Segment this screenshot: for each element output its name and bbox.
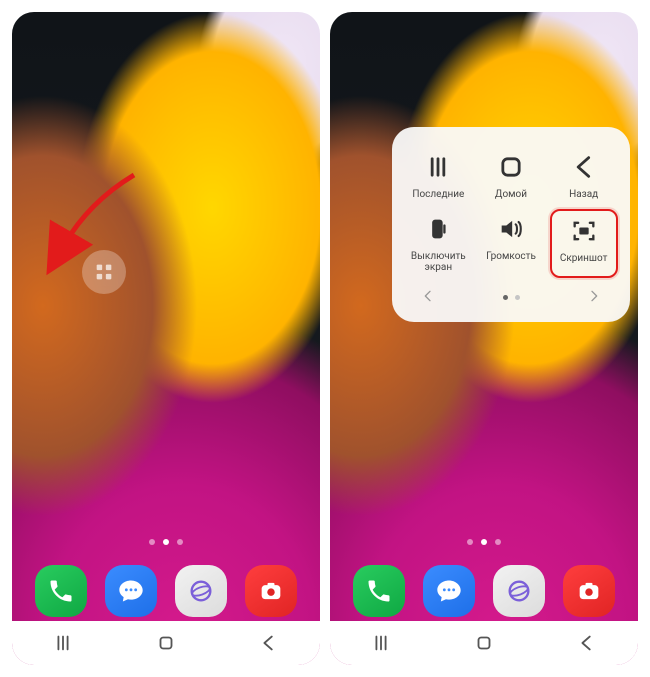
panel-item-label: Выключить экран bbox=[406, 251, 470, 274]
camera-icon bbox=[575, 577, 603, 605]
nav-recents[interactable] bbox=[356, 632, 406, 654]
page-indicator bbox=[149, 539, 183, 545]
recents-icon bbox=[52, 632, 74, 654]
navigation-bar bbox=[12, 621, 320, 665]
camera-icon bbox=[257, 577, 285, 605]
recents-button[interactable]: Последние bbox=[404, 147, 472, 205]
page-indicator bbox=[467, 539, 501, 545]
back-button[interactable]: Назад bbox=[550, 147, 618, 205]
phone-app[interactable] bbox=[353, 565, 405, 617]
chevron-left-icon bbox=[420, 288, 436, 304]
nav-home[interactable] bbox=[141, 632, 191, 654]
nav-back[interactable] bbox=[562, 632, 612, 654]
camera-app[interactable] bbox=[563, 565, 615, 617]
nav-recents[interactable] bbox=[38, 632, 88, 654]
back-icon bbox=[576, 632, 598, 654]
screenshot-button[interactable]: Скриншот bbox=[550, 209, 618, 278]
panel-item-label: Громкость bbox=[486, 251, 536, 263]
assistant-menu-panel: Последние Домой Назад Выключить экран Гр… bbox=[392, 127, 630, 322]
phone-icon bbox=[365, 577, 393, 605]
globe-icon bbox=[505, 577, 533, 605]
dock bbox=[12, 565, 320, 617]
home-icon bbox=[497, 153, 525, 181]
globe-icon bbox=[187, 577, 215, 605]
assistant-menu-floating-button[interactable] bbox=[82, 250, 126, 294]
recents-icon bbox=[370, 632, 392, 654]
nav-back[interactable] bbox=[244, 632, 294, 654]
panel-pager bbox=[402, 282, 620, 308]
messages-app[interactable] bbox=[105, 565, 157, 617]
power-off-icon bbox=[424, 215, 452, 243]
message-icon bbox=[117, 577, 145, 605]
home-icon bbox=[155, 632, 177, 654]
messages-app[interactable] bbox=[423, 565, 475, 617]
recents-icon bbox=[424, 153, 452, 181]
camera-app[interactable] bbox=[245, 565, 297, 617]
nav-home[interactable] bbox=[459, 632, 509, 654]
back-icon bbox=[570, 153, 598, 181]
chevron-right-icon bbox=[586, 288, 602, 304]
panel-item-label: Назад bbox=[569, 189, 598, 201]
internet-app[interactable] bbox=[493, 565, 545, 617]
home-icon bbox=[473, 632, 495, 654]
phone-screen-right: Последние Домой Назад Выключить экран Гр… bbox=[330, 12, 638, 665]
grid-icon bbox=[93, 261, 115, 283]
dock bbox=[330, 565, 638, 617]
panel-prev-button[interactable] bbox=[420, 288, 436, 308]
phone-app[interactable] bbox=[35, 565, 87, 617]
volume-button[interactable]: Громкость bbox=[477, 209, 545, 278]
phone-screen-left bbox=[12, 12, 320, 665]
screenshot-icon bbox=[570, 217, 598, 245]
home-button[interactable]: Домой bbox=[477, 147, 545, 205]
panel-item-label: Последние bbox=[412, 189, 464, 201]
lock-screen-button[interactable]: Выключить экран bbox=[404, 209, 472, 278]
message-icon bbox=[435, 577, 463, 605]
panel-page-dots bbox=[503, 295, 520, 300]
panel-next-button[interactable] bbox=[586, 288, 602, 308]
volume-icon bbox=[497, 215, 525, 243]
back-icon bbox=[258, 632, 280, 654]
navigation-bar bbox=[330, 621, 638, 665]
panel-item-label: Скриншот bbox=[560, 253, 608, 265]
internet-app[interactable] bbox=[175, 565, 227, 617]
panel-item-label: Домой bbox=[495, 189, 527, 201]
phone-icon bbox=[47, 577, 75, 605]
